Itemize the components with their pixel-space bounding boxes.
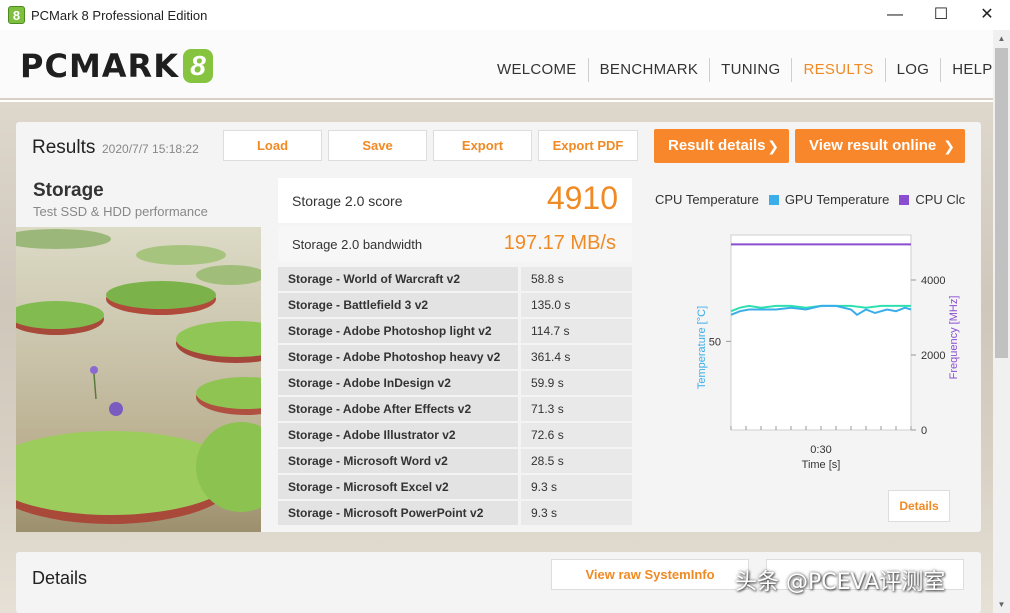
table-row: Storage - Adobe Photoshop heavy v2 361.4 …: [278, 344, 632, 370]
test-time: 72.6 s: [521, 423, 632, 447]
test-time: 9.3 s: [521, 475, 632, 499]
main-nav: WELCOME BENCHMARK TUNING RESULTS LOG HEL…: [486, 58, 1004, 82]
nav-tuning[interactable]: TUNING: [710, 58, 793, 82]
view-result-online-button[interactable]: View result online ❯: [795, 129, 965, 163]
scroll-down-icon[interactable]: ▼: [993, 596, 1010, 613]
test-name: Storage - Adobe Photoshop light v2: [278, 319, 518, 343]
result-details-button[interactable]: Result details ❯: [654, 129, 789, 163]
results-header: Results 2020/7/7 15:18:22 Load Save Expo…: [16, 122, 981, 172]
table-row: Storage - Microsoft PowerPoint v2 9.3 s: [278, 500, 632, 526]
export-pdf-button[interactable]: Export PDF: [538, 130, 638, 161]
storage-description: Test SSD & HDD performance: [33, 204, 208, 219]
bandwidth-value: 197.17 MB/s: [503, 232, 616, 254]
storage-panel: Storage Test SSD & HDD performance: [16, 172, 261, 532]
hardware-monitor-panel: CPU Temperature GPU Temperature CPU Clc 50…: [649, 172, 981, 532]
chart-legend: CPU Temperature GPU Temperature CPU Clc: [655, 192, 977, 208]
results-card: Results 2020/7/7 15:18:22 Load Save Expo…: [16, 122, 981, 532]
app-icon: 8: [8, 6, 25, 24]
test-time: 361.4 s: [521, 345, 632, 369]
nav-benchmark[interactable]: BENCHMARK: [589, 58, 711, 82]
logo-badge: 8: [182, 49, 213, 83]
table-row: Storage - World of Warcraft v2 58.8 s: [278, 266, 632, 292]
right-tick-label: 2000: [921, 350, 945, 362]
results-title: Results: [32, 137, 96, 158]
logo-wordmark: PCMARK: [20, 47, 179, 85]
bandwidth-label: Storage 2.0 bandwidth: [292, 237, 423, 252]
test-name: Storage - World of Warcraft v2: [278, 267, 518, 291]
test-name: Storage - Microsoft Word v2: [278, 449, 518, 473]
minimize-button[interactable]: —: [872, 0, 918, 30]
test-results-table: Storage - World of Warcraft v2 58.8 s Sto…: [278, 266, 632, 526]
chevron-right-icon: ❯: [767, 138, 779, 154]
test-time: 28.5 s: [521, 449, 632, 473]
bandwidth-box: Storage 2.0 bandwidth 197.17 MB/s: [278, 226, 632, 262]
test-time: 59.9 s: [521, 371, 632, 395]
table-row: Storage - Battlefield 3 v2 135.0 s: [278, 292, 632, 318]
test-time: 71.3 s: [521, 397, 632, 421]
scroll-thumb[interactable]: [995, 48, 1008, 358]
pcmark-logo: PCMARK 8: [20, 46, 213, 86]
scroll-up-icon[interactable]: ▲: [993, 30, 1010, 47]
test-time: 58.8 s: [521, 267, 632, 291]
legend-cpu-clock: CPU Clc: [915, 192, 966, 207]
table-row: Storage - Adobe InDesign v2 59.9 s: [278, 370, 632, 396]
nav-welcome[interactable]: WELCOME: [486, 58, 589, 82]
test-name: Storage - Adobe InDesign v2: [278, 371, 518, 395]
table-row: Storage - Adobe After Effects v2 71.3 s: [278, 396, 632, 422]
maximize-button[interactable]: ☐: [918, 0, 964, 30]
save-button[interactable]: Save: [328, 130, 427, 161]
window-title: PCMark 8 Professional Edition: [31, 8, 208, 23]
right-tick-label: 0: [921, 425, 927, 437]
chevron-right-icon: ❯: [943, 138, 955, 154]
test-name: Storage - Microsoft PowerPoint v2: [278, 501, 518, 525]
x-tick-label: 0:30: [810, 444, 831, 456]
legend-gpu-temp: GPU Temperature: [784, 192, 890, 207]
legend-gpu-swatch: [768, 195, 779, 205]
details-title: Details: [32, 568, 88, 588]
storage-title: Storage: [33, 180, 104, 201]
test-time: 135.0 s: [521, 293, 632, 317]
lily-pads-illustration: [16, 229, 261, 524]
nav-log[interactable]: LOG: [886, 58, 942, 82]
score-value: 4910: [546, 180, 618, 216]
storage-score-box: Storage 2.0 score 4910: [278, 178, 632, 223]
table-row: Storage - Microsoft Excel v2 9.3 s: [278, 474, 632, 500]
x-axis-label: Time [s]: [802, 459, 841, 471]
chart-details-button[interactable]: Details: [888, 490, 950, 522]
close-button[interactable]: ✕: [964, 0, 1010, 30]
nav-results[interactable]: RESULTS: [792, 58, 886, 82]
export-button[interactable]: Export: [433, 130, 532, 161]
table-row: Storage - Adobe Illustrator v2 72.6 s: [278, 422, 632, 448]
view-raw-systeminfo-button[interactable]: View raw SystemInfo: [551, 559, 749, 590]
app-header: PCMARK 8 WELCOME BENCHMARK TUNING RESULT…: [0, 30, 993, 100]
test-time: 114.7 s: [521, 319, 632, 343]
watermark-text: 头条 @PCEVA评测室: [735, 570, 946, 595]
load-button[interactable]: Load: [223, 130, 322, 161]
view-online-label: View result online: [809, 137, 937, 154]
score-label: Storage 2.0 score: [292, 193, 403, 209]
test-name: Storage - Battlefield 3 v2: [278, 293, 518, 317]
test-time: 9.3 s: [521, 501, 632, 525]
table-row: Storage - Microsoft Word v2 28.5 s: [278, 448, 632, 474]
table-row: Storage - Adobe Photoshop light v2 114.7 …: [278, 318, 632, 344]
legend-cpu-clock-swatch: [899, 195, 910, 205]
legend-cpu-temp: CPU Temperature: [655, 192, 759, 207]
test-name: Storage - Adobe Photoshop heavy v2: [278, 345, 518, 369]
vertical-scrollbar[interactable]: ▲ ▼: [993, 30, 1010, 613]
plot-area: [730, 234, 912, 431]
results-date: 2020/7/7 15:18:22: [102, 142, 199, 156]
left-tick-label: 50: [709, 336, 721, 348]
title-bar: 8 PCMark 8 Professional Edition — ☐ ✕: [0, 0, 1010, 30]
right-tick-label: 4000: [921, 275, 945, 287]
left-axis-label: Temperature [°C]: [696, 306, 708, 389]
lily-pads-image: [16, 227, 261, 532]
test-name: Storage - Adobe After Effects v2: [278, 397, 518, 421]
test-name: Storage - Microsoft Excel v2: [278, 475, 518, 499]
result-details-label: Result details: [668, 137, 766, 154]
monitor-chart: 50 4000 2000 0 0:30 Time [s] Temperature [°C] F…: [696, 234, 960, 471]
test-name: Storage - Adobe Illustrator v2: [278, 423, 518, 447]
right-axis-label: Frequency [MHz]: [948, 296, 960, 380]
